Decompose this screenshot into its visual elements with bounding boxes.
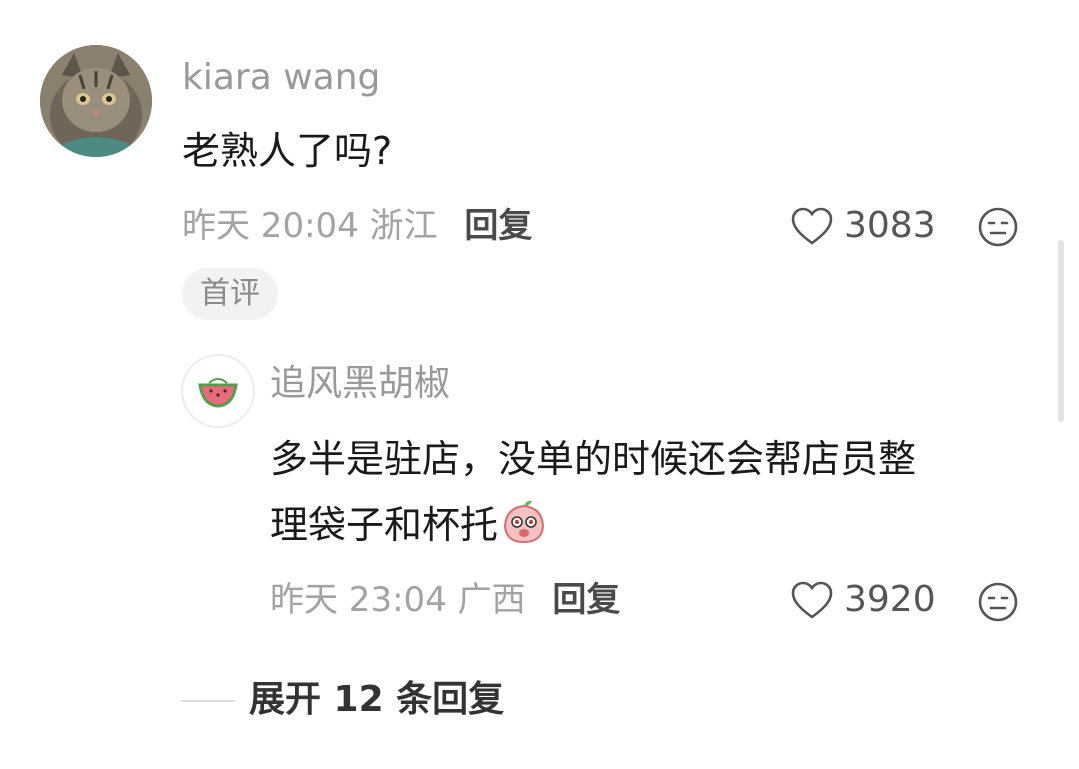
reply-reply-button[interactable]: 回复 xyxy=(552,580,620,620)
reply-like-button[interactable]: 3920 xyxy=(790,578,936,622)
reply-text-line2-row: 理袋子和杯托 xyxy=(270,494,548,556)
reply-text-line2: 理袋子和杯托 xyxy=(270,503,499,547)
reply-username[interactable]: 追风黑胡椒 xyxy=(270,362,450,406)
like-count: 3083 xyxy=(844,205,936,246)
like-button[interactable]: 3083 xyxy=(790,204,936,248)
reply-meta: 昨天 23:04 广西 回复 xyxy=(270,578,620,622)
comment-location: 浙江 xyxy=(369,206,438,246)
dislike-button[interactable] xyxy=(976,205,1020,253)
reply-text-line1: 多半是驻店，没单的时候还会帮店员整 xyxy=(270,437,917,481)
reply-like-count: 3920 xyxy=(844,579,936,620)
first-comment-badge: 首评 xyxy=(182,268,278,320)
comment-time: 昨天 20:04 xyxy=(182,206,359,246)
cat-avatar-icon xyxy=(40,45,152,157)
neutral-face-icon xyxy=(978,582,1018,622)
watermelon-avatar-icon xyxy=(198,378,238,408)
reply-avatar[interactable] xyxy=(181,354,255,428)
peach-emoji-icon xyxy=(504,500,545,544)
commenter-username[interactable]: kiara wang xyxy=(182,56,380,100)
neutral-face-icon xyxy=(978,207,1018,247)
heart-icon xyxy=(791,581,833,619)
reply-dislike-button[interactable] xyxy=(976,580,1020,628)
reply-button[interactable]: 回复 xyxy=(464,206,532,246)
reply-time: 昨天 23:04 xyxy=(270,580,447,620)
comment-text: 老熟人了吗? xyxy=(182,129,393,173)
commenter-avatar[interactable] xyxy=(40,45,152,157)
heart-icon xyxy=(791,207,833,245)
reply-location: 广西 xyxy=(457,580,526,620)
scrollbar-thumb[interactable] xyxy=(1058,240,1064,422)
expand-divider xyxy=(181,700,235,702)
comment-meta: 昨天 20:04 浙江 回复 xyxy=(182,204,532,248)
expand-replies-button[interactable]: 展开 12 条回复 xyxy=(249,677,504,723)
